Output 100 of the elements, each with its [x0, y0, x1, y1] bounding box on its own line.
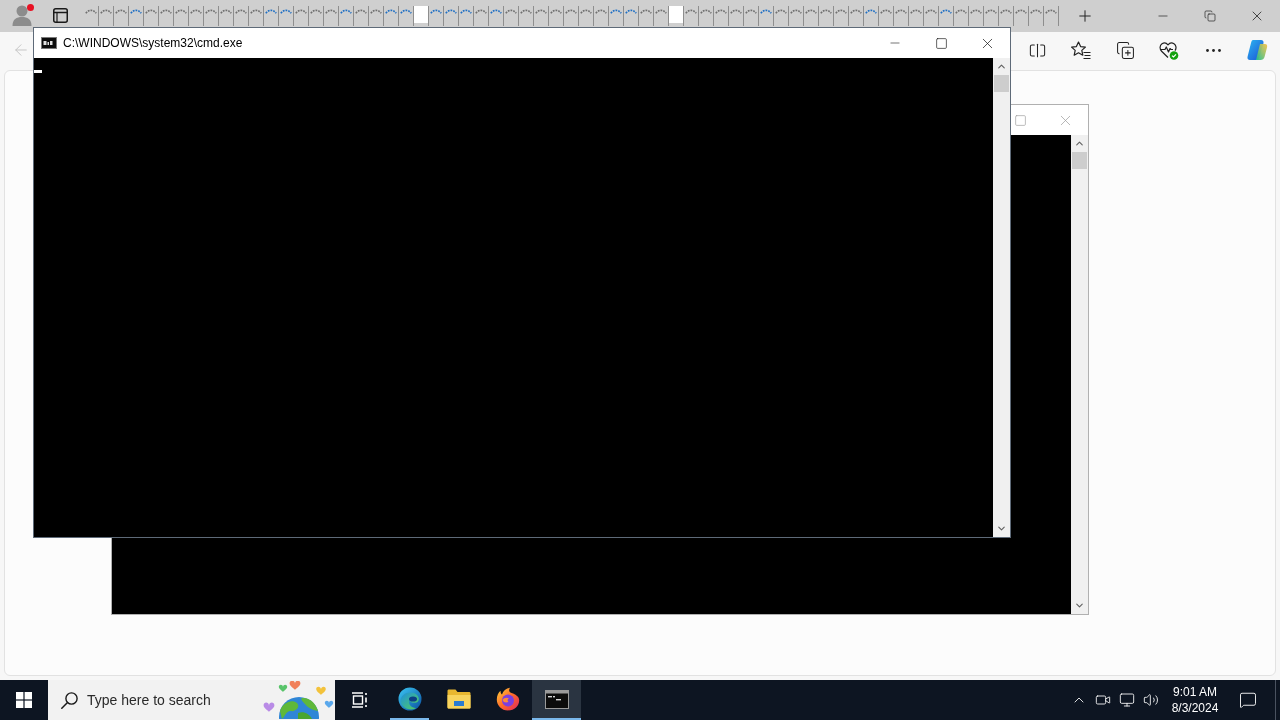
- browser-tab[interactable]: [879, 6, 894, 26]
- browser-tab[interactable]: [819, 6, 834, 26]
- browser-tab[interactable]: [204, 6, 219, 26]
- taskbar-app-button[interactable]: [532, 680, 581, 720]
- browser-tab[interactable]: [834, 6, 849, 26]
- browser-tab[interactable]: [669, 6, 684, 26]
- spinner-icon: [730, 9, 742, 14]
- browser-tab[interactable]: [609, 6, 624, 26]
- spinner-icon: [505, 9, 517, 14]
- browser-tab[interactable]: [684, 6, 699, 26]
- browser-tab[interactable]: [939, 6, 954, 26]
- browser-tab[interactable]: [894, 6, 909, 26]
- console-icon: [544, 689, 569, 709]
- spinner-icon: [280, 9, 292, 14]
- browser-tab[interactable]: [174, 6, 189, 26]
- spinner-icon: [190, 9, 202, 14]
- browser-tab[interactable]: [309, 6, 324, 26]
- browser-tab[interactable]: [114, 6, 129, 26]
- browser-tab[interactable]: [474, 6, 489, 26]
- browser-tab[interactable]: [804, 6, 819, 26]
- browser-tab[interactable]: [789, 6, 804, 26]
- browser-tab[interactable]: [624, 6, 639, 26]
- browser-tab[interactable]: [414, 6, 429, 26]
- spinner-icon: [835, 9, 847, 14]
- browser-tab[interactable]: [519, 6, 534, 26]
- clock-time: 9:01 AM: [1173, 684, 1217, 700]
- browser-tab[interactable]: [504, 6, 519, 26]
- spinner-icon: [805, 9, 817, 14]
- spinner-icon: [745, 9, 757, 14]
- spinner-icon: [475, 9, 487, 14]
- spinner-icon: [130, 9, 142, 14]
- browser-tab[interactable]: [294, 6, 309, 26]
- spinner-icon: [235, 9, 247, 14]
- browser-tab[interactable]: [774, 6, 789, 26]
- spinner-icon: [940, 9, 952, 14]
- spinner-icon: [385, 9, 397, 14]
- spinner-icon: [295, 9, 307, 14]
- browser-tab[interactable]: [159, 6, 174, 26]
- plus-icon: [1076, 7, 1094, 25]
- browser-tab[interactable]: [849, 6, 864, 26]
- browser-tab[interactable]: [459, 6, 474, 26]
- windows-logo-icon: [16, 692, 32, 708]
- browser-tab[interactable]: [699, 6, 714, 26]
- browser-tab[interactable]: [564, 6, 579, 26]
- search-field[interactable]: Type here to search: [87, 689, 247, 711]
- browser-tab[interactable]: [99, 6, 114, 26]
- browser-tab[interactable]: [729, 6, 744, 26]
- browser-tab[interactable]: [384, 6, 399, 26]
- browser-tab[interactable]: [129, 6, 144, 26]
- spinner-icon: [775, 9, 787, 14]
- restore-icon: [1203, 10, 1216, 22]
- browser-tab[interactable]: [444, 6, 459, 26]
- browser-tab[interactable]: [354, 6, 369, 26]
- browser-tab[interactable]: [534, 6, 549, 26]
- spinner-icon: [400, 9, 412, 14]
- notification-icon: [1239, 691, 1257, 709]
- browser-tab[interactable]: [969, 6, 984, 26]
- browser-tab[interactable]: [144, 6, 159, 26]
- console-icon: [41, 37, 57, 49]
- spinner-icon: [220, 9, 232, 14]
- scrollbar-thumb[interactable]: [1072, 152, 1087, 169]
- browser-tab[interactable]: [489, 6, 504, 26]
- browser-tab[interactable]: [234, 6, 249, 26]
- browser-tab[interactable]: [324, 6, 339, 26]
- browser-tab[interactable]: [759, 6, 774, 26]
- browser-tab[interactable]: [864, 6, 879, 26]
- spinner-icon: [310, 9, 322, 14]
- browser-tab[interactable]: [1014, 6, 1029, 26]
- browser-tab[interactable]: [1029, 6, 1044, 26]
- search-box[interactable]: Type here to search: [48, 680, 335, 720]
- browser-tab[interactable]: [189, 6, 204, 26]
- spinner-icon: [790, 9, 802, 14]
- browser-tab[interactable]: [909, 6, 924, 26]
- browser-tab[interactable]: [924, 6, 939, 26]
- scrollbar-thumb[interactable]: [994, 75, 1009, 92]
- browser-tab[interactable]: [954, 6, 969, 26]
- browser-tab[interactable]: [744, 6, 759, 26]
- browser-tab[interactable]: [579, 6, 594, 26]
- spinner-icon: [880, 9, 892, 14]
- browser-tab[interactable]: [549, 6, 564, 26]
- browser-tab[interactable]: [999, 6, 1014, 26]
- browser-tab[interactable]: [219, 6, 234, 26]
- browser-tab[interactable]: [1044, 6, 1059, 26]
- heart-pulse-icon: [1159, 40, 1179, 60]
- browser-tab[interactable]: [369, 6, 384, 26]
- spinner-icon: [535, 9, 547, 14]
- browser-tab[interactable]: [639, 6, 654, 26]
- browser-tab[interactable]: [429, 6, 444, 26]
- browser-tab[interactable]: [339, 6, 354, 26]
- browser-tab[interactable]: [594, 6, 609, 26]
- blank-page-icon: [669, 6, 683, 23]
- browser-tab[interactable]: [984, 6, 999, 26]
- volume-icon: [1143, 692, 1159, 708]
- browser-tab[interactable]: [714, 6, 729, 26]
- browser-tab[interactable]: [264, 6, 279, 26]
- browser-tab[interactable]: [279, 6, 294, 26]
- browser-tab[interactable]: [84, 6, 99, 26]
- spinner-icon: [265, 9, 277, 14]
- browser-tab[interactable]: [249, 6, 264, 26]
- spinner-icon: [100, 9, 112, 14]
